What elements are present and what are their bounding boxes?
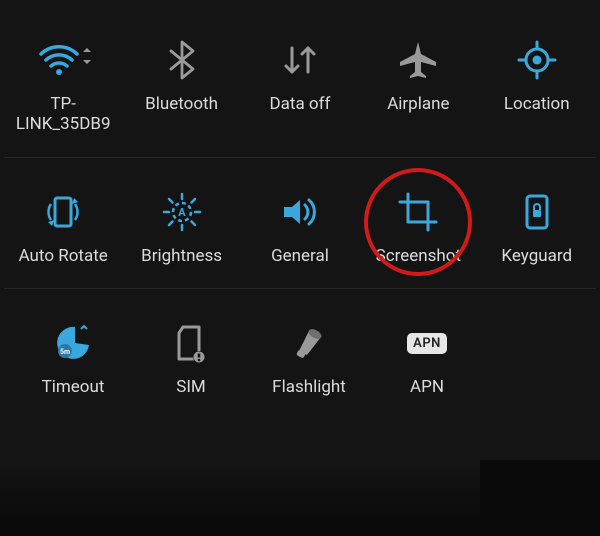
brightness-icon: A — [160, 186, 204, 238]
sim-tile[interactable]: SIM — [132, 317, 250, 397]
data-off-icon — [278, 34, 322, 86]
flashlight-icon — [287, 317, 331, 369]
quick-settings-row-2: Auto Rotate A — [4, 158, 596, 289]
quick-settings-row-1: TP- LINK_35DB9 Bluetooth Data off — [4, 24, 596, 158]
location-tile[interactable]: Location — [478, 34, 596, 114]
sim-label: SIM — [176, 377, 206, 397]
location-icon — [515, 34, 559, 86]
timeout-icon: 5m — [51, 317, 95, 369]
screenshot-icon — [396, 186, 440, 238]
sound-icon — [278, 186, 322, 238]
flashlight-tile[interactable]: Flashlight — [250, 317, 368, 397]
auto-rotate-label: Auto Rotate — [19, 246, 108, 266]
screenshot-tile[interactable]: Screenshot — [359, 186, 477, 266]
airplane-tile[interactable]: Airplane — [359, 34, 477, 114]
screenshot-label: Screenshot — [376, 246, 461, 266]
sound-tile[interactable]: General — [241, 186, 359, 266]
sound-label: General — [271, 246, 329, 266]
apn-badge: APN — [407, 333, 447, 354]
timeout-label: Timeout — [42, 377, 105, 397]
data-tile[interactable]: Data off — [241, 34, 359, 114]
wifi-icon — [33, 34, 93, 86]
timeout-tile[interactable]: 5m Timeout — [14, 317, 132, 397]
airplane-label: Airplane — [387, 94, 449, 114]
apn-label: APN — [410, 377, 444, 397]
keyguard-tile[interactable]: Keyguard — [478, 186, 596, 266]
brightness-label: Brightness — [141, 246, 222, 266]
bluetooth-label: Bluetooth — [145, 94, 218, 114]
apn-icon: APN — [407, 317, 447, 369]
data-label: Data off — [269, 94, 330, 114]
brightness-tile[interactable]: A Brightness — [123, 186, 241, 266]
quick-settings-row-3: 5m Timeout SIM — [4, 289, 596, 419]
bluetooth-tile[interactable]: Bluetooth — [123, 34, 241, 114]
airplane-icon — [396, 34, 440, 86]
auto-rotate-tile[interactable]: Auto Rotate — [4, 186, 122, 266]
wifi-label: TP- LINK_35DB9 — [16, 94, 111, 135]
bluetooth-icon — [167, 34, 197, 86]
apn-tile[interactable]: APN APN — [368, 317, 486, 397]
keyguard-label: Keyguard — [501, 246, 572, 266]
wifi-tile[interactable]: TP- LINK_35DB9 — [4, 34, 122, 135]
rotate-icon — [40, 186, 86, 238]
panel-shadow — [0, 460, 480, 520]
sim-icon — [169, 317, 213, 369]
flashlight-label: Flashlight — [272, 377, 346, 397]
svg-text:5m: 5m — [60, 348, 70, 356]
quick-settings-panel: TP- LINK_35DB9 Bluetooth Data off — [0, 0, 600, 460]
keyguard-icon — [515, 186, 559, 238]
location-label: Location — [504, 94, 570, 114]
svg-text:A: A — [178, 206, 186, 219]
